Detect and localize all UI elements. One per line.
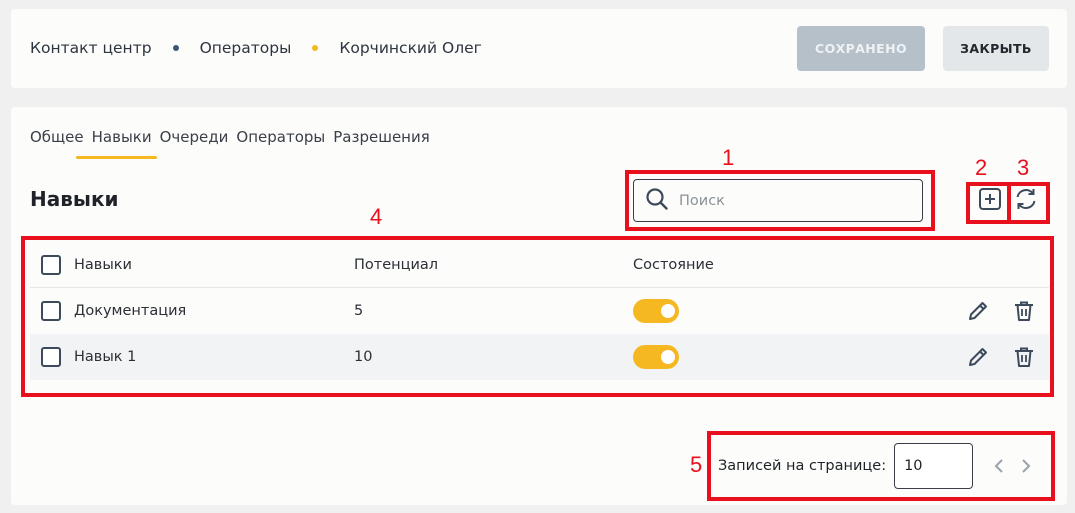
annotation-box-add (966, 182, 1011, 224)
tab-operators[interactable]: Операторы (236, 128, 325, 159)
close-button[interactable]: ЗАКРЫТЬ (943, 26, 1049, 71)
annotation-box-table (21, 236, 1054, 397)
tab-skills[interactable]: Навыки (75, 128, 157, 159)
header-card: Контакт центр Операторы Корчинский Олег … (11, 9, 1067, 88)
annotation-number: 5 (690, 452, 703, 477)
tab-permissions[interactable]: Разрешения (333, 128, 430, 159)
tab-general[interactable]: Общее (30, 128, 84, 159)
breadcrumb-separator (172, 45, 179, 51)
page-title: Навыки (30, 187, 119, 211)
breadcrumb-item-current: Корчинский Олег (339, 39, 482, 57)
breadcrumb: Контакт центр Операторы Корчинский Олег (30, 39, 482, 57)
breadcrumb-separator (312, 45, 319, 51)
tab-queues[interactable]: Очереди (160, 128, 229, 159)
annotation-number: 3 (1017, 155, 1030, 180)
annotation-box-pagination (707, 431, 1055, 501)
breadcrumb-item-operators[interactable]: Операторы (200, 39, 292, 57)
annotation-number: 2 (975, 155, 988, 180)
annotation-box-search (625, 170, 935, 231)
tab-bar: Общее Навыки Очереди Операторы Разрешени… (30, 128, 438, 159)
annotation-box-refresh (1007, 182, 1050, 224)
annotation-number: 4 (370, 204, 383, 229)
saved-button[interactable]: СОХРАНЕНО (797, 26, 925, 71)
breadcrumb-item-contact-center[interactable]: Контакт центр (30, 39, 152, 57)
annotation-number: 1 (722, 145, 735, 170)
